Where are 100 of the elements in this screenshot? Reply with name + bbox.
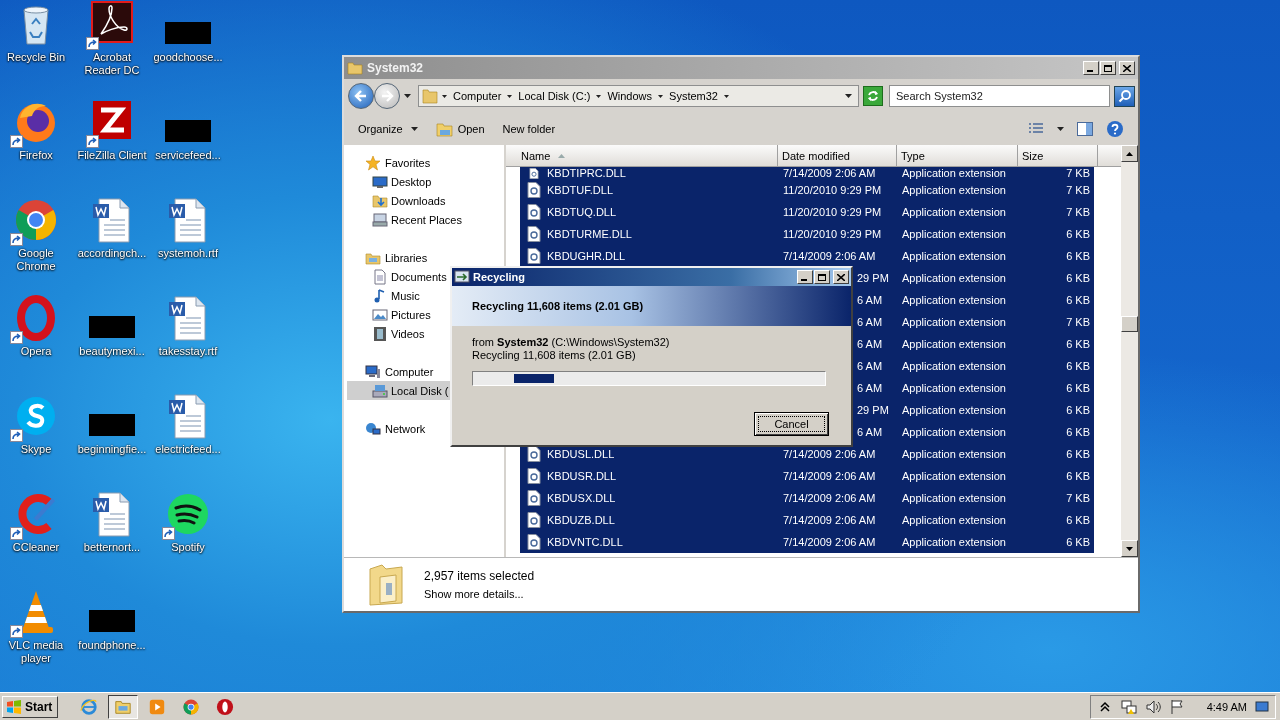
file-name: KBDVNTC.DLL: [547, 536, 623, 548]
nav-item-label: Music: [391, 289, 420, 302]
date-modified: 29 PM: [857, 272, 889, 284]
file-name: KBDUGHR.DLL: [547, 250, 626, 262]
nav-item-label: Documents: [391, 270, 447, 283]
desktop-icon-label: VLC media player: [7, 639, 65, 665]
date-modified: 6 AM: [857, 426, 883, 438]
nav-item-label: Libraries: [385, 251, 428, 264]
file-size: 6 KB: [1066, 426, 1090, 438]
file-size: 6 KB: [1066, 272, 1090, 284]
dialog-heading: Recycling 11,608 items (2.01 GB): [472, 300, 644, 312]
date-modified: 6 AM: [857, 294, 883, 306]
date-modified: 11/20/2010 9:29 PM: [783, 206, 882, 218]
file-name: KBDTURME.DLL: [547, 228, 632, 240]
file-size: 6 KB: [1066, 514, 1090, 526]
desktop-icon-label: Firefox: [19, 149, 53, 162]
file-type: Application extension: [902, 470, 1006, 482]
file-type: Application extension: [902, 316, 1006, 328]
status-text: Recycling 11,608 items (2.01 GB): [472, 349, 637, 362]
file-type: Application extension: [902, 536, 1006, 548]
file-name: KBDTIPRC.DLL: [547, 167, 626, 179]
nav-item-label: Downloads: [391, 194, 446, 207]
file-size: 7 KB: [1066, 206, 1090, 218]
file-size: 6 KB: [1066, 228, 1090, 240]
file-name: KBDUSX.DLL: [547, 492, 616, 504]
nav-item-label: Computer: [385, 365, 434, 378]
file-size: 6 KB: [1066, 470, 1090, 482]
file-type: Application extension: [902, 184, 1006, 196]
date-modified: 6 AM: [857, 382, 883, 394]
nav-item-label: Favorites: [385, 156, 431, 169]
desktop-icon-label: accordingch...: [77, 247, 147, 260]
nav-item-label: Network: [385, 422, 426, 435]
desktop-icon-label: Google Chrome: [15, 247, 57, 273]
file-type: Application extension: [902, 272, 1006, 284]
desktop-icon-label: Acrobat Reader DC: [83, 51, 141, 77]
nav-item-label: Recent Places: [391, 213, 462, 226]
file-type: Application extension: [902, 492, 1006, 504]
desktop-icon-label: FileZilla Client: [77, 149, 147, 162]
file-size: 6 KB: [1066, 360, 1090, 372]
desktop-icon-label: beautymexi...: [79, 345, 145, 358]
file-size: 7 KB: [1066, 492, 1090, 504]
desktop-icon-label: Opera: [20, 345, 52, 358]
date-modified: 7/14/2009 2:06 AM: [783, 536, 876, 548]
nav-item-label: Videos: [391, 327, 425, 340]
date-modified: 7/14/2009 2:06 AM: [783, 448, 876, 460]
file-type: Application extension: [902, 360, 1006, 372]
file-name: KBDUSL.DLL: [547, 448, 615, 460]
file-type: Application extension: [902, 250, 1006, 262]
date-modified: 7/14/2009 2:06 AM: [783, 514, 876, 526]
desktop-icon-label: goodchoose...: [153, 51, 223, 64]
file-type: Application extension: [902, 448, 1006, 460]
file-type: Application extension: [902, 206, 1006, 218]
date-modified: 7/14/2009 2:06 AM: [783, 167, 876, 179]
desktop-icon-label: beginningfie...: [77, 443, 147, 456]
file-name: KBDUZB.DLL: [547, 514, 615, 526]
window-title: System32: [367, 61, 425, 75]
date-modified: 6 AM: [857, 338, 883, 350]
file-size: 6 KB: [1066, 448, 1090, 460]
file-type: Application extension: [902, 167, 1006, 179]
file-name: KBDTUF.DLL: [547, 184, 614, 196]
nav-item-label: Desktop: [391, 175, 432, 188]
desktop-icon-label: Skype: [20, 443, 52, 456]
date-modified: 6 AM: [857, 360, 883, 372]
desktop-icon-label: foundphone...: [78, 639, 146, 652]
date-modified: 7/14/2009 2:06 AM: [783, 470, 876, 482]
selection-count: 2,957 items selected: [424, 569, 535, 583]
file-type: Application extension: [902, 404, 1006, 416]
file-type: Application extension: [902, 294, 1006, 306]
date-modified: 7/14/2009 2:06 AM: [783, 250, 876, 262]
file-size: 6 KB: [1066, 536, 1090, 548]
desktop-icon-label: Recycle Bin: [6, 51, 66, 64]
file-type: Application extension: [902, 426, 1006, 438]
file-type: Application extension: [902, 382, 1006, 394]
file-size: 7 KB: [1066, 167, 1090, 179]
desktop-icon-label: CCleaner: [12, 541, 60, 554]
file-type: Application extension: [902, 514, 1006, 526]
file-size: 6 KB: [1066, 338, 1090, 350]
file-size: 7 KB: [1066, 184, 1090, 196]
file-size: 7 KB: [1066, 316, 1090, 328]
file-type: Application extension: [902, 338, 1006, 350]
desktop-icon-label: takesstay.rtf: [158, 345, 218, 358]
file-name: KBDUSR.DLL: [547, 470, 617, 482]
source-text: from System32 (C:\Windows\System32): [472, 336, 671, 349]
file-name: KBDTUQ.DLL: [547, 206, 617, 218]
file-size: 6 KB: [1066, 250, 1090, 262]
file-type: Application extension: [902, 228, 1006, 240]
date-modified: 7/14/2009 2:06 AM: [783, 492, 876, 504]
nav-item-label: Pictures: [391, 308, 431, 321]
desktop-icon-label: servicefeed...: [155, 149, 221, 162]
file-size: 6 KB: [1066, 404, 1090, 416]
date-modified: 11/20/2010 9:29 PM: [783, 228, 882, 240]
dialog-title: Recycling: [473, 271, 526, 283]
date-modified: 11/20/2010 9:29 PM: [783, 184, 882, 196]
desktop-icon-label: betternort...: [83, 541, 141, 554]
desktop-icon-label: systemoh.rtf: [158, 247, 218, 260]
file-size: 6 KB: [1066, 382, 1090, 394]
date-modified: 6 AM: [857, 316, 883, 328]
date-modified: 29 PM: [857, 404, 889, 416]
file-size: 6 KB: [1066, 294, 1090, 306]
nav-item-label: Local Disk (: [391, 384, 449, 397]
